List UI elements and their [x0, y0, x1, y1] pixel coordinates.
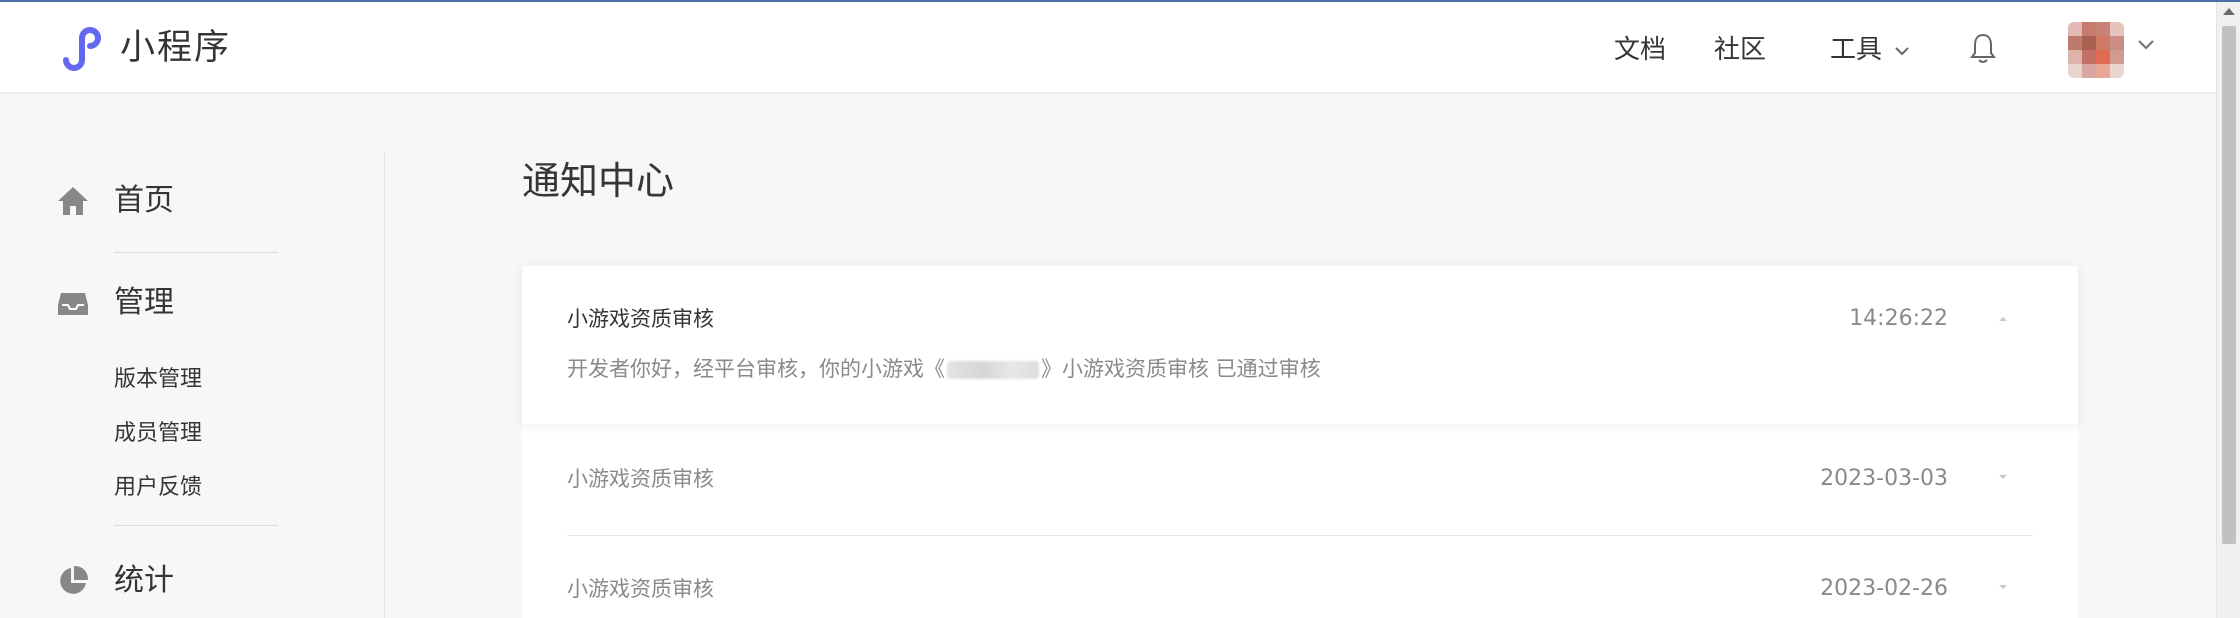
avatar-pixel	[2068, 36, 2082, 50]
avatar-pixel	[2082, 22, 2096, 36]
sidebar-item-user-feedback[interactable]: 用户反馈	[114, 473, 202, 503]
avatar-pixel	[2110, 36, 2124, 50]
nav-community-link[interactable]: 社区	[1714, 32, 1766, 68]
avatar-pixel	[2096, 64, 2110, 78]
sidebar-item-stats[interactable]: 统计	[56, 561, 174, 601]
nav-tools-label: 工具	[1830, 35, 1883, 65]
notification-time: 2023-02-26	[1820, 576, 1948, 601]
inbox-icon	[58, 293, 88, 315]
notification-title: 小游戏资质审核	[567, 307, 714, 331]
chevron-down-icon[interactable]	[2136, 38, 2156, 52]
sidebar-item-label: 统计	[114, 563, 174, 598]
chevron-down-icon[interactable]	[1996, 472, 2010, 482]
sidebar-item-label: 首页	[114, 183, 174, 218]
redacted-game-name	[947, 361, 1039, 379]
avatar-pixel	[2082, 64, 2096, 78]
sidebar-vertical-divider	[384, 152, 385, 618]
sidebar-item-member-management[interactable]: 成员管理	[114, 419, 202, 449]
chevron-down-icon[interactable]	[1996, 582, 2010, 592]
avatar-pixel	[2110, 64, 2124, 78]
notification-body-prefix: 开发者你好，经平台审核，你的小游戏《	[567, 357, 945, 381]
top-header: 小程序 文档 社区 工具	[0, 2, 2216, 93]
sidebar-item-version-management[interactable]: 版本管理	[114, 365, 202, 395]
sidebar-item-manage[interactable]: 管理	[56, 283, 174, 323]
notification-time: 14:26:22	[1849, 306, 1948, 331]
user-avatar[interactable]	[2068, 22, 2124, 78]
sidebar: 首页 管理 版本管理 成员管理 用户反馈 统计	[0, 93, 384, 618]
sidebar-divider	[114, 252, 278, 253]
nav-docs-link[interactable]: 文档	[1614, 32, 1666, 68]
avatar-pixel	[2082, 50, 2096, 64]
notification-body-suffix: 》小游戏资质审核 已通过审核	[1041, 357, 1321, 381]
chevron-down-icon	[1895, 46, 1909, 55]
sidebar-item-home[interactable]: 首页	[56, 181, 174, 221]
page-title: 通知中心	[522, 159, 675, 203]
app-title[interactable]: 小程序	[120, 26, 231, 70]
avatar-pixel	[2082, 36, 2096, 50]
notification-body: 开发者你好，经平台审核，你的小游戏《 》小游戏资质审核 已通过审核	[567, 354, 1321, 384]
avatar-pixel	[2110, 22, 2124, 36]
avatar-pixel	[2068, 50, 2082, 64]
avatar-pixel	[2096, 36, 2110, 50]
sidebar-divider	[114, 525, 278, 526]
page-scrollbar[interactable]	[2216, 2, 2240, 618]
sidebar-item-label: 管理	[114, 285, 174, 320]
notification-list: 小游戏资质审核 14:26:22 开发者你好，经平台审核，你的小游戏《 》小游戏资…	[522, 266, 2078, 618]
avatar-pixel	[2110, 50, 2124, 64]
nav-tools-menu[interactable]: 工具	[1830, 32, 1910, 68]
pie-chart-icon	[60, 565, 89, 594]
notification-title: 小游戏资质审核	[567, 467, 714, 491]
chevron-up-icon[interactable]	[1996, 314, 2010, 324]
scroll-up-arrow-icon[interactable]	[2223, 8, 2235, 15]
miniprogram-logo-icon[interactable]	[58, 24, 106, 72]
scrollbar-thumb[interactable]	[2222, 26, 2236, 544]
avatar-pixel	[2068, 22, 2082, 36]
home-icon	[58, 187, 88, 215]
notification-time: 2023-03-03	[1820, 466, 1948, 491]
avatar-pixel	[2096, 50, 2110, 64]
notification-title: 小游戏资质审核	[567, 577, 714, 601]
notification-divider	[567, 535, 2033, 536]
avatar-pixel	[2096, 22, 2110, 36]
notification-item-expanded[interactable]: 小游戏资质审核 14:26:22 开发者你好，经平台审核，你的小游戏《 》小游戏资…	[522, 266, 2078, 424]
avatar-pixel	[2068, 64, 2082, 78]
bell-icon[interactable]	[1968, 32, 1998, 66]
